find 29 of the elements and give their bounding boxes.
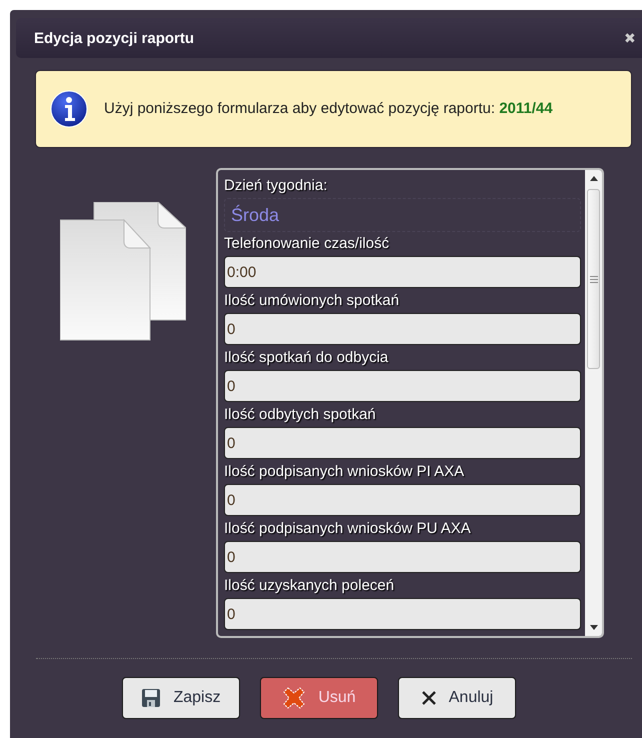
input-field[interactable]: 0:00 — [224, 256, 581, 288]
field-label: Ilość podpisanych wniosków PU AXA — [224, 519, 472, 539]
field-label: Ilość uzyskanych poleceń — [224, 576, 396, 596]
cancel-button[interactable]: Anuluj — [398, 677, 516, 719]
input-field[interactable]: 0 — [224, 427, 581, 459]
save-button[interactable]: Zapisz — [122, 677, 240, 719]
info-icon — [50, 90, 88, 128]
input-field[interactable]: 0 — [224, 598, 581, 630]
info-message: Użyj poniższego formularza aby edytować pozycję raportu: 2011/44 — [104, 99, 554, 119]
scroll-down-icon[interactable] — [590, 625, 598, 630]
field-label: Dzień tygodnia: — [224, 176, 328, 196]
window-title: Edycja pozycji raportu — [34, 30, 196, 46]
input-field[interactable]: 0 — [224, 313, 581, 345]
cross-icon — [282, 686, 306, 710]
value-display: Środa — [224, 198, 581, 232]
field-label: Ilość podpisanych wniosków PI AXA — [224, 462, 466, 482]
scrollbar[interactable] — [585, 170, 602, 636]
input-field[interactable]: 0 — [224, 484, 581, 516]
field-label: Telefonowanie czas/ilość — [224, 234, 390, 254]
input-field[interactable]: 0 — [224, 541, 581, 573]
input-field[interactable]: 0 — [224, 370, 581, 402]
close-icon — [420, 690, 437, 706]
field-label: Ilość spotkań do odbycia — [224, 348, 390, 368]
field-label: Ilość odbytych spotkań — [224, 405, 377, 425]
close-button[interactable]: ✖ — [624, 30, 636, 46]
scroll-up-icon[interactable] — [590, 176, 598, 181]
field-label: Ilość umówionych spotkań — [224, 291, 400, 311]
documents-icon — [60, 202, 186, 342]
scroll-thumb[interactable] — [587, 189, 600, 369]
